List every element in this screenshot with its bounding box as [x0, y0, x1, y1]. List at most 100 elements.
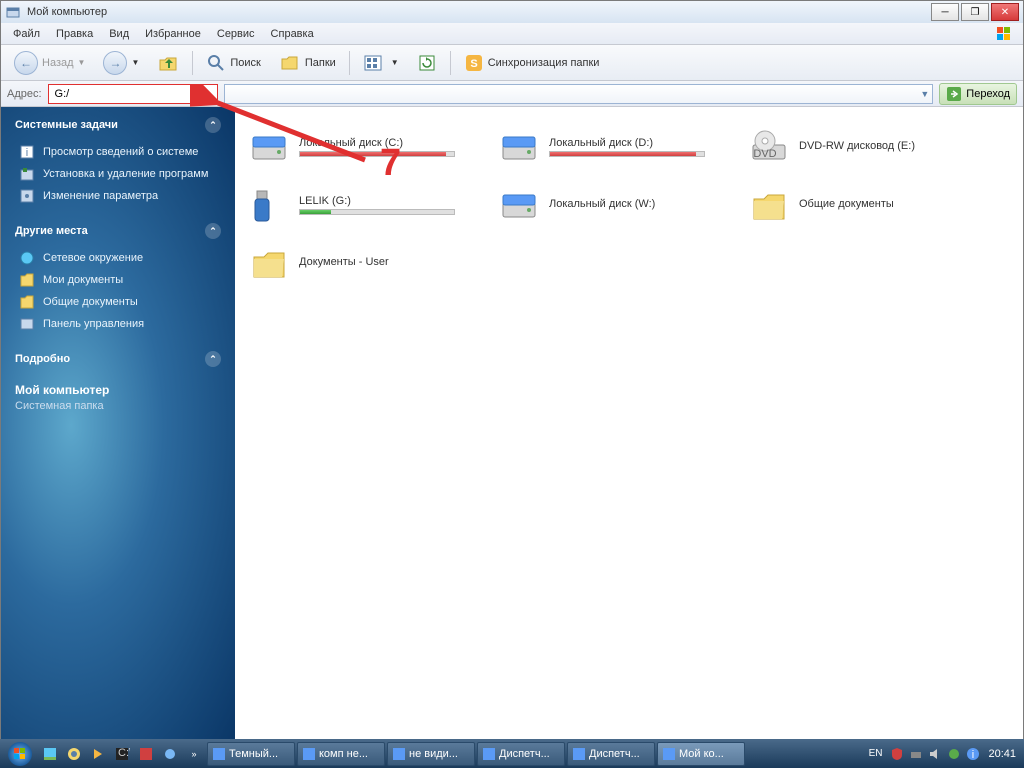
system-tasks-section: Системные задачи ⌃ i Просмотр сведений о… [1, 117, 235, 207]
drive-item[interactable]: LELIK (G:) [247, 183, 457, 227]
start-button[interactable] [2, 740, 38, 768]
task-label: Темный... [229, 748, 278, 760]
usage-bar [549, 151, 705, 157]
quicklaunch-desktop[interactable] [39, 743, 61, 765]
go-label: Переход [966, 88, 1010, 100]
toolbar: ← Назад ▼ → ▼ Поиск Папки ▼ S [1, 45, 1023, 81]
sync-icon: S [464, 53, 484, 73]
sidebar-item-network[interactable]: Сетевое окружение [15, 247, 221, 269]
collapse-icon: ⌃ [205, 223, 221, 239]
tray-shield-icon[interactable] [889, 746, 905, 762]
tray-safely-remove-icon[interactable] [946, 746, 962, 762]
up-button[interactable] [150, 48, 186, 78]
menu-edit[interactable]: Правка [48, 25, 101, 43]
drive-item[interactable]: Локальный диск (W:) [497, 183, 707, 227]
details-type: Системная папка [15, 400, 221, 412]
task-label: Мой ко... [679, 748, 724, 760]
sidebar-item-add-remove[interactable]: Установка и удаление программ [15, 163, 221, 185]
folder-up-icon [157, 52, 179, 74]
svg-text:i: i [972, 749, 974, 761]
quicklaunch-winamp[interactable] [87, 743, 109, 765]
quicklaunch-cmd[interactable]: C:\ [111, 743, 133, 765]
address-label: Адрес: [7, 88, 42, 100]
sidebar-item-system-info[interactable]: i Просмотр сведений о системе [15, 141, 221, 163]
dropdown-arrow-icon: ▼ [920, 89, 929, 99]
menu-help[interactable]: Справка [263, 25, 322, 43]
tray-printer-icon[interactable] [908, 746, 924, 762]
sidebar-item-shared-docs[interactable]: Общие документы [15, 291, 221, 313]
drive-item[interactable]: Общие документы [747, 183, 957, 227]
system-tasks-header[interactable]: Системные задачи ⌃ [15, 117, 221, 133]
taskbar-button[interactable]: Мой ко... [657, 742, 745, 766]
menu-file[interactable]: Файл [5, 25, 48, 43]
items-grid: Локальный диск (C:) Локальный диск (D:) DV… [247, 125, 1011, 285]
drive-icon [249, 243, 289, 283]
back-button[interactable]: ← Назад ▼ [7, 47, 92, 79]
drive-icon [249, 185, 289, 225]
other-places-header[interactable]: Другие места ⌃ [15, 223, 221, 239]
sidebar-item-settings[interactable]: Изменение параметра [15, 185, 221, 207]
minimize-button[interactable]: ─ [931, 3, 959, 21]
sidebar-item-label: Мои документы [43, 274, 123, 286]
docs-icon [19, 272, 35, 288]
other-places-section: Другие места ⌃ Сетевое окружение Мои док… [1, 223, 235, 335]
view-dropdown-icon: ▼ [391, 58, 399, 67]
windows-logo-icon [991, 25, 1019, 43]
collapse-icon: ⌃ [205, 117, 221, 133]
search-icon [206, 53, 226, 73]
quicklaunch-expand[interactable]: » [183, 743, 205, 765]
quicklaunch-app[interactable] [135, 743, 157, 765]
search-button[interactable]: Поиск [199, 49, 267, 77]
drive-label: DVD-RW дисковод (E:) [799, 140, 955, 152]
sync-label: Синхронизация папки [488, 57, 600, 69]
taskbar-button[interactable]: Диспетч... [567, 742, 655, 766]
sidebar-item-my-documents[interactable]: Мои документы [15, 269, 221, 291]
content-pane[interactable]: Локальный диск (C:) Локальный диск (D:) DV… [235, 107, 1023, 744]
drive-item[interactable]: Документы - User [247, 241, 457, 285]
titlebar[interactable]: Мой компьютер ─ ❐ ✕ [1, 1, 1023, 23]
details-title: Подробно [15, 353, 70, 365]
menu-tools[interactable]: Сервис [209, 25, 263, 43]
taskbar-button[interactable]: комп не... [297, 742, 385, 766]
clock[interactable]: 20:41 [988, 748, 1016, 760]
quicklaunch-chrome[interactable] [63, 743, 85, 765]
forward-dropdown-icon: ▼ [131, 58, 139, 67]
details-section: Подробно ⌃ [1, 351, 235, 367]
taskbar-button[interactable]: Темный... [207, 742, 295, 766]
drive-item[interactable]: Локальный диск (D:) [497, 125, 707, 169]
language-indicator[interactable]: EN [865, 748, 887, 759]
sync-button[interactable]: S Синхронизация папки [457, 49, 607, 77]
network-icon [19, 250, 35, 266]
system-tray: EN i 20:41 [859, 746, 1022, 762]
sidebar-item-label: Панель управления [43, 318, 144, 330]
details-header[interactable]: Подробно ⌃ [15, 351, 221, 367]
view-button[interactable]: ▼ [356, 49, 406, 77]
view-icon [363, 53, 387, 73]
toolbar-separator-2 [349, 51, 350, 75]
drive-item[interactable]: Локальный диск (C:) [247, 125, 457, 169]
refresh-icon [417, 53, 437, 73]
address-input[interactable] [48, 84, 218, 104]
back-label: Назад [42, 57, 74, 69]
maximize-button[interactable]: ❐ [961, 3, 989, 21]
quicklaunch-msn[interactable] [159, 743, 181, 765]
drive-item[interactable]: DVDDVD-RW дисковод (E:) [747, 125, 957, 169]
menubar: Файл Правка Вид Избранное Сервис Справка [1, 23, 1023, 45]
close-button[interactable]: ✕ [991, 3, 1019, 21]
sidebar-item-control-panel[interactable]: Панель управления [15, 313, 221, 335]
menu-favorites[interactable]: Избранное [137, 25, 209, 43]
taskbar-button[interactable]: Диспетч... [477, 742, 565, 766]
address-dropdown[interactable]: ▼ [224, 84, 934, 104]
refresh-button[interactable] [410, 49, 444, 77]
folders-button[interactable]: Папки [272, 49, 343, 77]
app-icon [662, 747, 676, 761]
menu-view[interactable]: Вид [101, 25, 137, 43]
details-content: Мой компьютер Системная папка [1, 383, 235, 412]
task-label: не види... [409, 748, 458, 760]
forward-button[interactable]: → ▼ [96, 47, 146, 79]
go-button[interactable]: Переход [939, 83, 1017, 105]
forward-arrow-icon: → [103, 51, 127, 75]
tray-volume-icon[interactable] [927, 746, 943, 762]
tray-info-icon[interactable]: i [965, 746, 981, 762]
taskbar-button[interactable]: не види... [387, 742, 475, 766]
